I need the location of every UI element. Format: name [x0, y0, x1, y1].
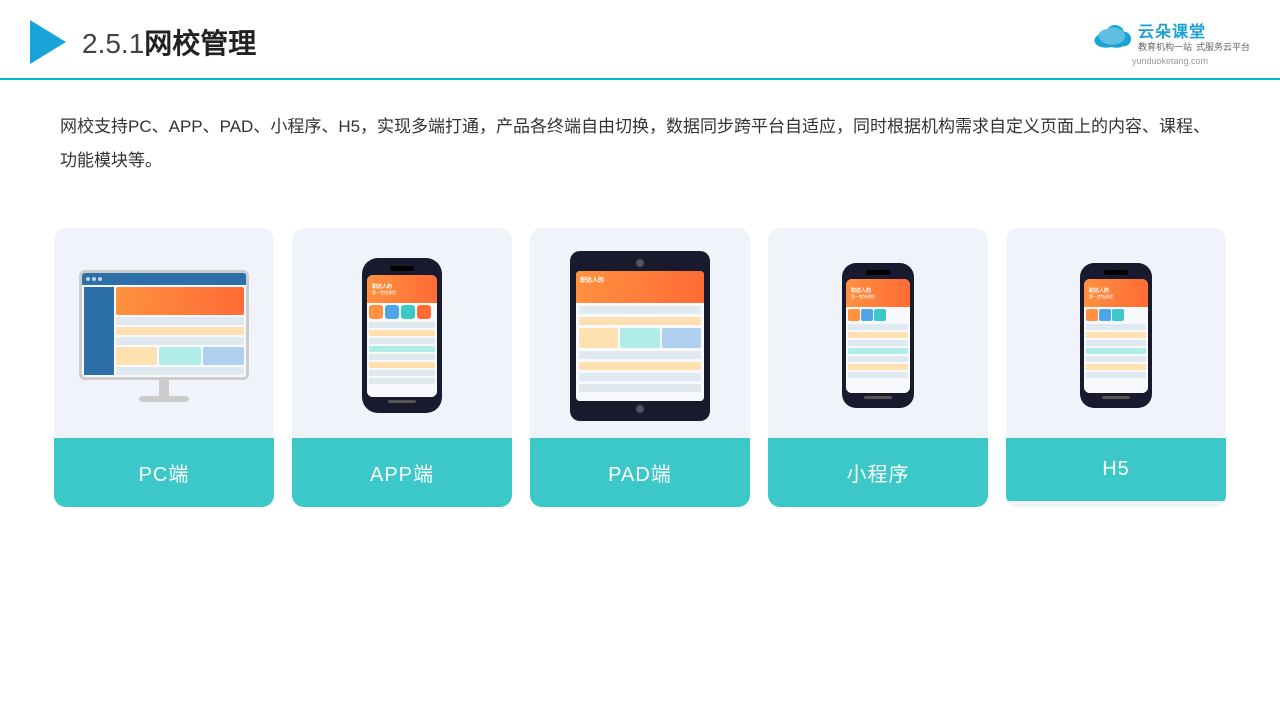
phone-screen-top-mini: 职达人的 第一堂钱课程	[846, 279, 910, 307]
card-h5: 职达人的 第一堂钱课程	[1006, 228, 1226, 507]
card-pad: 职达人的	[530, 228, 750, 507]
cards-section: PC端 职达人的 第一堂钱课程	[0, 198, 1280, 537]
tablet-screen: 职达人的	[576, 271, 704, 401]
description-text: 网校支持PC、APP、PAD、小程序、H5，实现多端打通，产品各终端自由切换，数…	[60, 110, 1220, 178]
tablet-screen-top: 职达人的	[576, 271, 704, 303]
card-h5-label: H5	[1006, 438, 1226, 501]
card-app-image: 职达人的 第一堂钱课程	[292, 228, 512, 438]
logo-area: 云朵课堂 教育机构一站 式服务云平台 yunduoketang.com	[1090, 18, 1250, 66]
phone-outer-h5: 职达人的 第一堂钱课程	[1080, 263, 1152, 408]
phone-screen-h5: 职达人的 第一堂钱课程	[1084, 279, 1148, 393]
tablet-outer: 职达人的	[570, 251, 710, 421]
card-pad-label: PAD端	[530, 438, 750, 507]
phone-notch-mini	[866, 270, 890, 275]
card-miniprogram-label: 小程序	[768, 438, 988, 507]
header-left: 2.5.1网校管理	[30, 20, 256, 64]
monitor-outer	[79, 270, 249, 380]
monitor-screen	[82, 273, 246, 377]
phone-miniprogram: 职达人的 第一堂钱课程	[842, 263, 914, 408]
logo-cloud: 云朵课堂 教育机构一站 式服务云平台	[1090, 18, 1250, 54]
phone-screen-body-mini	[846, 307, 910, 393]
phone-home-bar-mini	[864, 396, 892, 399]
phone-outer-app: 职达人的 第一堂钱课程	[362, 258, 442, 413]
tablet-home-bottom	[636, 405, 644, 413]
card-pad-image: 职达人的	[530, 228, 750, 438]
card-miniprogram-image: 职达人的 第一堂钱课程	[768, 228, 988, 438]
phone-screen-top-h5: 职达人的 第一堂钱课程	[1084, 279, 1148, 307]
card-pc-label: PC端	[54, 438, 274, 507]
logo-tagline-line2: 式服务云平台	[1196, 42, 1250, 54]
page-title: 2.5.1网校管理	[82, 22, 256, 62]
phone-app: 职达人的 第一堂钱课程	[362, 258, 442, 413]
card-app-label: APP端	[292, 438, 512, 507]
tablet-screen-body	[576, 303, 704, 401]
logo-name: 云朵课堂	[1138, 18, 1250, 42]
tablet-device: 职达人的	[570, 251, 710, 421]
phone-notch	[390, 266, 414, 271]
phone-screen-mini: 职达人的 第一堂钱课程	[846, 279, 910, 393]
card-pc-image	[54, 228, 274, 438]
header: 2.5.1网校管理 云朵课堂 教育机构一站 式服务云平台 yu	[0, 0, 1280, 80]
phone-screen-body-h5	[1084, 307, 1148, 393]
phone-screen-top: 职达人的 第一堂钱课程	[367, 275, 437, 303]
play-icon	[30, 20, 66, 64]
logo-url: yunduoketang.com	[1132, 56, 1208, 66]
phone-screen-app: 职达人的 第一堂钱课程	[367, 275, 437, 397]
phone-h5: 职达人的 第一堂钱课程	[1080, 263, 1152, 408]
cloud-icon	[1090, 21, 1134, 51]
phone-home-bar	[388, 400, 416, 403]
phone-home-bar-h5	[1102, 396, 1130, 399]
section-number: 2.5.1	[82, 28, 144, 59]
phone-outer-mini: 职达人的 第一堂钱课程	[842, 263, 914, 408]
phone-screen-body	[367, 303, 437, 397]
tablet-home-top	[636, 259, 644, 267]
logo-text-group: 云朵课堂 教育机构一站 式服务云平台	[1138, 18, 1250, 54]
card-miniprogram: 职达人的 第一堂钱课程	[768, 228, 988, 507]
logo-tagline-line1: 教育机构一站	[1138, 42, 1192, 54]
card-h5-image: 职达人的 第一堂钱课程	[1006, 228, 1226, 438]
pc-monitor	[79, 270, 249, 402]
title-text: 网校管理	[144, 28, 256, 59]
description: 网校支持PC、APP、PAD、小程序、H5，实现多端打通，产品各终端自由切换，数…	[0, 80, 1280, 188]
phone-notch-h5	[1104, 270, 1128, 275]
card-app: 职达人的 第一堂钱课程	[292, 228, 512, 507]
card-pc: PC端	[54, 228, 274, 507]
